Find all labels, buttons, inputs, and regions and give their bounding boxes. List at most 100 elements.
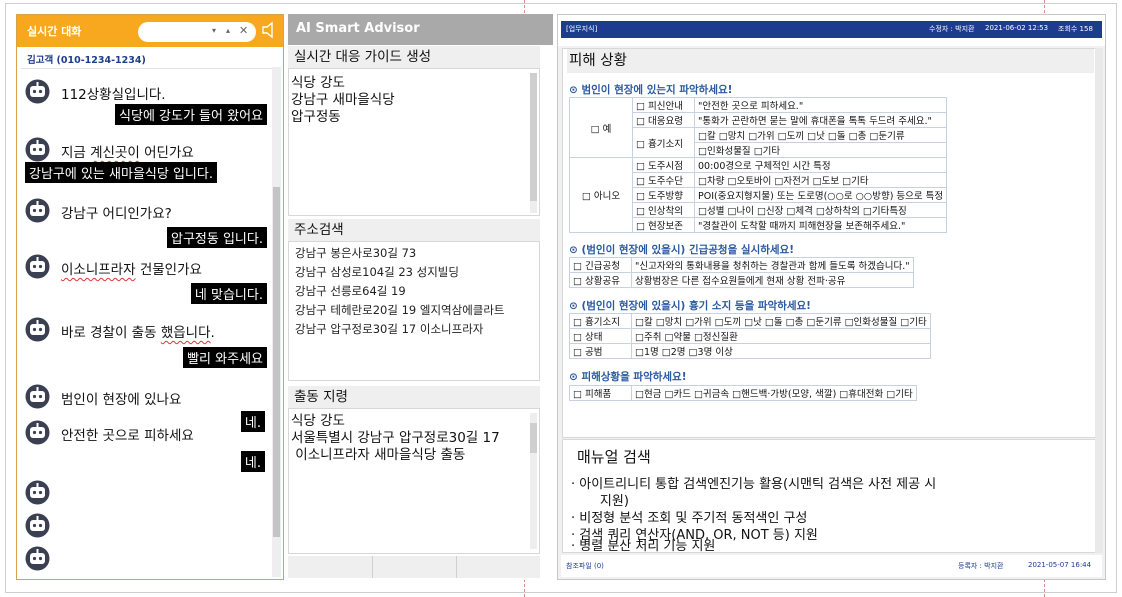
divider (21, 68, 279, 69)
bot-message: 강남구 어디인가요? (61, 206, 172, 222)
guide-scrollbar[interactable] (530, 73, 537, 213)
user-reply: 네. (240, 411, 265, 432)
manual-bullet: · 병렬 분산 처리 기능 지원 (571, 539, 716, 554)
user-reply: 네. (240, 451, 265, 472)
table-cell[interactable]: □칼 □망치 □가위 □도끼 □낫 □돌 □총 □둔기류 (693, 127, 948, 143)
table-cell[interactable]: □ 상황공유 (569, 272, 632, 288)
guide-line: 강남구 새마을식당 (291, 92, 395, 108)
doc-views: 조회수 158 (1058, 25, 1093, 33)
address-item[interactable]: 강남구 삼성로104길 23 성지빌딩 (295, 263, 505, 282)
spellcheck-word: 이소니프라자 (61, 262, 136, 278)
attachments-link[interactable]: 참조파일 (0) (566, 561, 604, 571)
address-list: 강남구 봉은사로30길 73 강남구 삼성로104길 23 성지빌딩 강남구 선… (295, 244, 505, 339)
table-cell[interactable]: □ 아니오 (569, 157, 633, 233)
doc-editor: 수정자 : 박지환 (929, 25, 975, 33)
chat-header: 실시간 대화 ▾ ▴ ✕ (17, 15, 283, 47)
table-cell[interactable]: □ 긴급공청 (569, 257, 632, 273)
address-item[interactable]: 강남구 선릉로64길 19 (295, 282, 505, 301)
dropdown-icon[interactable]: ▴ (226, 26, 230, 35)
advisor-header: AI Smart Advisor (288, 14, 553, 45)
bot-avatar-icon (25, 513, 50, 538)
chat-search-input[interactable]: ▾ ▴ ✕ (138, 22, 256, 42)
guide-line: 식당 강도 (291, 75, 345, 91)
table-cell: POI(중요지형지물) 또는 도로명(○○로 ○○방향) 등으로 특정 (693, 187, 948, 203)
address-item[interactable]: 강남구 압구정로30길 17 이소니프라자 (295, 320, 505, 339)
footer-tab[interactable] (288, 556, 373, 578)
user-reply: 네 맞습니다. (190, 283, 267, 304)
table-cell: 00:00경으로 구체적인 시간 특정 (693, 157, 948, 173)
scroll-thumb[interactable] (530, 73, 537, 201)
guide-text: 식당 강도 강남구 새마을식당 압구정동 (291, 75, 395, 126)
question-heading: ⊙ (범인이 현장에 있을시) 긴급공청을 실시하세요! (569, 244, 795, 256)
table-cell[interactable]: □1명 □2명 □3명 이상 (631, 343, 931, 359)
address-item[interactable]: 강남구 테헤란로20길 19 엘지역삼에클라트 (295, 301, 505, 320)
address-item[interactable]: 강남구 봉은사로30길 73 (295, 244, 505, 263)
advisor-panel: AI Smart Advisor 실시간 대응 가이드 생성 식당 강도 강남구… (288, 14, 553, 580)
table-cell[interactable]: □ 공범 (569, 343, 632, 359)
table-cell[interactable]: □ 흉기소지 (569, 313, 632, 329)
table-cell[interactable]: □ 예 (569, 97, 633, 158)
document-scrollbar[interactable] (1095, 48, 1103, 553)
dispatch-scrollbar[interactable] (530, 413, 537, 549)
bot-avatar-icon (25, 480, 50, 505)
question-heading: ⊙ 범인이 현장에 있는지 파악하세요! (569, 84, 733, 96)
table-cell[interactable]: □ 도주방향 (632, 187, 695, 203)
document-info-bar: [업무지식] 수정자 : 박지환 2021-06-02 12:53 조회수 15… (561, 21, 1102, 38)
table-cell: "신고자와의 통화내용을 청취하는 경찰관과 함께 들도록 하겠습니다." (631, 257, 914, 273)
bot-message: 이소니프라자 건물인가요 (61, 262, 202, 278)
bot-avatar-icon (25, 420, 50, 445)
table-3: □ 흉기소지 □칼 □망치 □가위 □도끼 □낫 □돌 □총 □둔기류 □인화성물… (569, 313, 931, 359)
table-cell[interactable]: □성별 □나이 □신장 □체격 □상하착의 □기타특징 (693, 202, 948, 218)
chat-panel: 실시간 대화 ▾ ▴ ✕ 김고객 (010-1234-1234) 112상황실입… (16, 14, 284, 580)
table-cell[interactable]: □주취 □약물 □정신질환 (631, 328, 931, 344)
dispatch-box: 식당 강도 서울특별시 강남구 압구정로30길 17 이소니프라자 새마을식당 … (288, 408, 540, 554)
table-cell[interactable]: □ 흉기소지 (632, 127, 695, 158)
bot-avatar-icon (25, 137, 50, 162)
manual-bullet: 지원) (571, 494, 629, 509)
user-reply: 압구정동 입니다. (167, 227, 267, 248)
table-cell[interactable]: □인화성물질 □기타 (693, 142, 948, 158)
footer-tab[interactable] (372, 556, 457, 578)
address-box: 강남구 봉은사로30길 73 강남구 삼성로104길 23 성지빌딩 강남구 선… (288, 241, 540, 381)
manual-bullet: · 아이트리니티 통합 검색엔진기능 활용(시맨틱 검색은 사전 제공 시 (571, 477, 937, 492)
manual-bullet: · 비정형 분석 조회 및 주기적 동적색인 구성 (571, 511, 808, 526)
bot-avatar-icon (25, 317, 50, 342)
question-heading: ⊙ 피해상황을 파악하세요! (569, 371, 687, 383)
table-cell[interactable]: □칼 □망치 □가위 □도끼 □낫 □돌 □총 □둔기류 □인화성물질 □기타 (631, 313, 931, 329)
scroll-thumb[interactable] (273, 187, 280, 537)
bot-avatar-icon (25, 546, 50, 571)
table-4: □ 피해품 □현금 □카드 □귀금속 □핸드백·가방(모양, 색깔) □휴대전화 … (569, 385, 917, 401)
dispatch-line: 서울특별시 강남구 압구정로30길 17 (291, 430, 500, 446)
table-cell: "통화가 곤란하면 묻는 말에 휴대폰을 톡톡 두드려 주세요." (693, 112, 948, 128)
table-cell[interactable]: □현금 □카드 □귀금속 □핸드백·가방(모양, 색깔) □휴대전화 □기타 (631, 385, 917, 401)
table-cell[interactable]: □ 상태 (569, 328, 632, 344)
user-reply: 식당에 강도가 들어 왔어요 (115, 104, 267, 125)
bot-message: 범인이 현장에 있나요 (61, 392, 182, 408)
table-cell[interactable]: □ 현장보존 (632, 217, 695, 233)
chat-scrollbar[interactable] (272, 67, 281, 577)
guide-title: 실시간 대응 가이드 생성 (288, 46, 540, 68)
bot-message: 112상황실입니다. (61, 87, 166, 103)
table-cell[interactable]: □ 대응요령 (632, 112, 695, 128)
document-panel: [업무지식] 수정자 : 박지환 2021-06-02 12:53 조회수 15… (557, 14, 1106, 580)
bot-avatar-icon (25, 198, 50, 223)
table-cell[interactable]: □ 도주수단 (632, 172, 695, 188)
scroll-thumb[interactable] (530, 423, 537, 453)
dropdown-icon[interactable]: ▾ (212, 26, 216, 35)
table-cell: "안전한 곳으로 피하세요." (693, 97, 948, 113)
spellcheck-word: 했읍니다 (160, 325, 211, 341)
bot-message: 지금 계신곳이 어딘가요 (61, 145, 194, 161)
table-cell[interactable]: □차량 □오토바이 □자전거 □도보 □기타 (693, 172, 948, 188)
doc-registrant: 등록자 : 박지환 (958, 562, 1004, 570)
close-icon[interactable]: ✕ (239, 24, 248, 37)
table-cell[interactable]: □ 인상착의 (632, 202, 695, 218)
table-cell[interactable]: □ 피신안내 (632, 97, 695, 113)
dispatch-line: 이소니프라자 새마을식당 출동 (291, 447, 466, 463)
caller-info: 김고객 (010-1234-1234) (27, 55, 146, 66)
table-cell[interactable]: □ 피해품 (569, 385, 632, 401)
table-cell[interactable]: □ 도주시점 (632, 157, 695, 173)
document-body: 피해 상황 ⊙ 범인이 현장에 있는지 파악하세요! □ 예 □ 피신안내 "안전한… (562, 48, 1099, 438)
bot-avatar-icon (25, 254, 50, 279)
dispatch-title: 출동 지령 (288, 386, 540, 408)
speaker-icon[interactable] (261, 21, 277, 39)
